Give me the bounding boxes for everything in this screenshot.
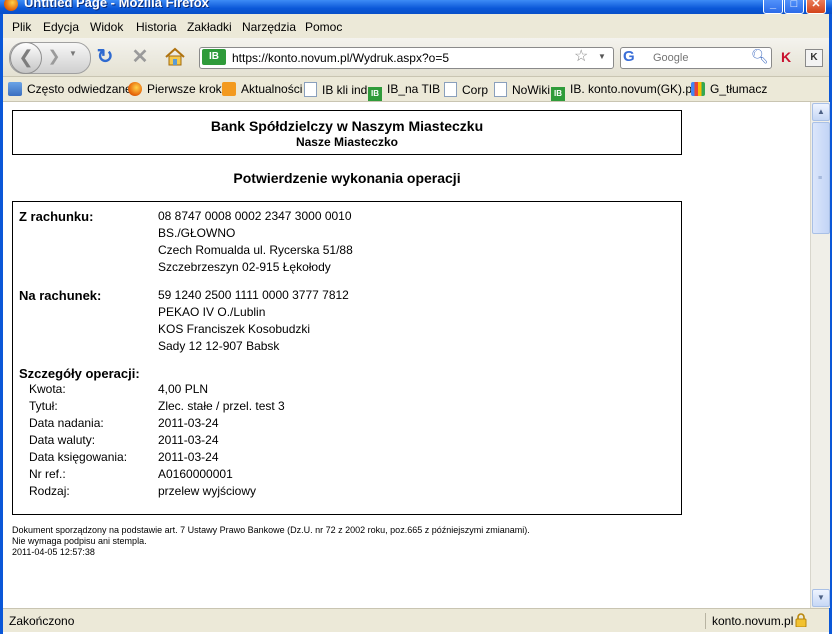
- back-button[interactable]: ❮: [10, 42, 42, 74]
- to-account-block: 59 1240 2500 1111 0000 3777 7812 PEKAO I…: [158, 287, 349, 355]
- to-account-number: 59 1240 2500 1111 0000 3777 7812: [158, 288, 349, 302]
- navigation-toolbar: ❮ ❯ ▼ ↻ ✕ IB ☆ ▼ G 🔍︎ K K: [3, 38, 829, 77]
- bookmark-star-icon[interactable]: ☆: [574, 48, 588, 66]
- menu-item-zakladki[interactable]: Zakładki: [187, 20, 232, 34]
- bookmark-aktualnosci[interactable]: Aktualności: [222, 82, 302, 96]
- detail-label-data-ksiegowania: Data księgowania:: [29, 450, 128, 464]
- bookmark-ib-kli-ind[interactable]: IB kli ind: [304, 82, 367, 97]
- from-account-bank: BS./GŁOWNO: [158, 226, 236, 240]
- close-button[interactable]: ✕: [806, 0, 826, 14]
- details-heading: Szczegóły operacji:: [19, 366, 140, 381]
- detail-value-data-nadania: 2011-03-24: [158, 416, 219, 430]
- bank-header-box: Bank Spółdzielczy w Naszym Miasteczku Na…: [12, 110, 682, 155]
- bookmarks-toolbar: Często odwiedzane Pierwsze kroki Aktualn…: [3, 77, 829, 102]
- detail-value-tytul: Zlec. stałe / przel. test 3: [158, 399, 285, 413]
- menu-item-plik[interactable]: Plik: [12, 20, 31, 34]
- from-account-block: 08 8747 0008 0002 2347 3000 0010 BS./GŁO…: [158, 208, 353, 276]
- detail-value-kwota: 4,00 PLN: [158, 382, 209, 396]
- detail-label-nr-ref: Nr ref.:: [29, 467, 66, 481]
- firefox-icon: [128, 82, 142, 96]
- to-account-bank: PEKAO IV O./Lublin: [158, 305, 266, 319]
- search-input[interactable]: [653, 50, 743, 66]
- bookmark-ib-konto-novum[interactable]: IB IB. konto.novum(GK).pl: [551, 82, 695, 101]
- ib-icon: IB: [551, 87, 565, 101]
- from-account-number: 08 8747 0008 0002 2347 3000 0010: [158, 209, 352, 223]
- from-account-address: Szczebrzeszyn 02-915 Łękołody: [158, 260, 331, 274]
- document-title: Potwierdzenie wykonania operacji: [233, 170, 461, 186]
- to-account-label: Na rachunek:: [19, 288, 102, 303]
- lock-icon[interactable]: [795, 613, 807, 627]
- bookmark-czesto-odwiedzane[interactable]: Często odwiedzane: [8, 82, 132, 96]
- detail-label-kwota: Kwota:: [29, 382, 66, 396]
- footer-timestamp: 2011-04-05 12:57:38: [12, 547, 95, 557]
- page-icon: [494, 82, 507, 97]
- stop-button[interactable]: ✕: [129, 46, 151, 68]
- search-engine-icon[interactable]: G: [623, 49, 649, 65]
- rss-icon: [222, 82, 236, 96]
- footer-no-signature-note: Nie wymaga podpisu ani stempla.: [12, 536, 147, 546]
- detail-label-data-waluty: Data waluty:: [29, 433, 96, 447]
- google-translate-icon: [691, 82, 705, 96]
- menu-item-edycja[interactable]: Edycja: [43, 20, 79, 34]
- menu-item-pomoc[interactable]: Pomoc: [305, 20, 342, 34]
- detail-value-data-ksiegowania: 2011-03-24: [158, 450, 219, 464]
- history-dropdown-icon[interactable]: ▼: [69, 49, 77, 58]
- scroll-grip-icon: ≡: [818, 175, 823, 182]
- url-dropdown-icon[interactable]: ▼: [598, 52, 606, 61]
- vertical-scrollbar[interactable]: ▲ ≡ ▼: [810, 102, 830, 608]
- menu-bar: Plik Edycja Widok Historia Zakładki Narz…: [3, 14, 829, 38]
- to-account-address: Sady 12 12-907 Babsk: [158, 339, 280, 353]
- menu-item-widok[interactable]: Widok: [90, 20, 123, 34]
- scroll-thumb[interactable]: ≡: [812, 122, 830, 234]
- bookmark-pierwsze-kroki[interactable]: Pierwsze kroki: [128, 82, 224, 96]
- bookmark-nowiki[interactable]: NoWiki: [494, 82, 550, 97]
- addon-k-grey-icon[interactable]: K: [805, 49, 823, 67]
- firefox-icon: [4, 0, 18, 11]
- site-identity-badge[interactable]: IB: [202, 49, 226, 65]
- footer-legal-note: Dokument sporządzony na podstawie art. 7…: [12, 525, 530, 535]
- minimize-button[interactable]: _: [763, 0, 783, 14]
- bank-city: Nasze Miasteczko: [295, 135, 399, 149]
- scroll-down-button[interactable]: ▼: [812, 589, 830, 607]
- url-input[interactable]: [232, 50, 562, 66]
- addon-k-red-icon[interactable]: K: [781, 50, 795, 64]
- status-bar: Zakończono konto.novum.pl: [3, 608, 829, 632]
- from-account-label: Z rachunku:: [19, 209, 94, 224]
- status-domain[interactable]: konto.novum.pl: [705, 613, 799, 629]
- bank-name: Bank Spółdzielczy w Naszym Miasteczku: [210, 118, 484, 134]
- scroll-up-button[interactable]: ▲: [812, 103, 830, 121]
- star-icon: [8, 82, 22, 96]
- search-icon[interactable]: 🔍︎: [751, 48, 769, 65]
- forward-button[interactable]: ❯: [45, 48, 63, 66]
- operation-details-box: Z rachunku: 08 8747 0008 0002 2347 3000 …: [12, 201, 682, 515]
- home-icon: [165, 47, 185, 66]
- detail-label-rodzaj: Rodzaj:: [29, 484, 70, 498]
- reload-button[interactable]: ↻: [94, 46, 116, 68]
- detail-value-rodzaj: przelew wyjściowy: [158, 484, 257, 498]
- address-bar[interactable]: IB ☆ ▼: [199, 47, 614, 69]
- page-icon: [304, 82, 317, 97]
- search-bar[interactable]: G 🔍︎: [620, 47, 772, 69]
- window-title-bar[interactable]: Untitled Page - Mozilla Firefox _ □ ✕: [0, 0, 832, 14]
- detail-label-data-nadania: Data nadania:: [29, 416, 104, 430]
- detail-label-tytul: Tytuł:: [29, 399, 58, 413]
- document-footer: Dokument sporządzony na podstawie art. 7…: [12, 525, 530, 558]
- bookmark-g-tlumacz[interactable]: G_tłumacz: [691, 82, 767, 96]
- maximize-button[interactable]: □: [784, 0, 804, 14]
- page-content: Bank Spółdzielczy w Naszym Miasteczku Na…: [3, 102, 810, 608]
- from-account-owner: Czech Romualda ul. Rycerska 51/88: [158, 243, 353, 257]
- window-title: Untitled Page - Mozilla Firefox: [24, 0, 209, 10]
- bookmark-ib-na-tib[interactable]: IB IB_na TIB: [368, 82, 440, 101]
- bookmark-corp[interactable]: Corp: [444, 82, 488, 97]
- to-account-owner: KOS Franciszek Kosobudzki: [158, 322, 311, 336]
- page-icon: [444, 82, 457, 97]
- menu-item-narzedzia[interactable]: Narzędzia: [242, 20, 296, 34]
- status-text: Zakończono: [9, 614, 75, 628]
- home-button[interactable]: [164, 46, 186, 68]
- detail-value-nr-ref: A0160000001: [158, 467, 233, 481]
- detail-value-data-waluty: 2011-03-24: [158, 433, 219, 447]
- ib-icon: IB: [368, 87, 382, 101]
- menu-item-historia[interactable]: Historia: [136, 20, 177, 34]
